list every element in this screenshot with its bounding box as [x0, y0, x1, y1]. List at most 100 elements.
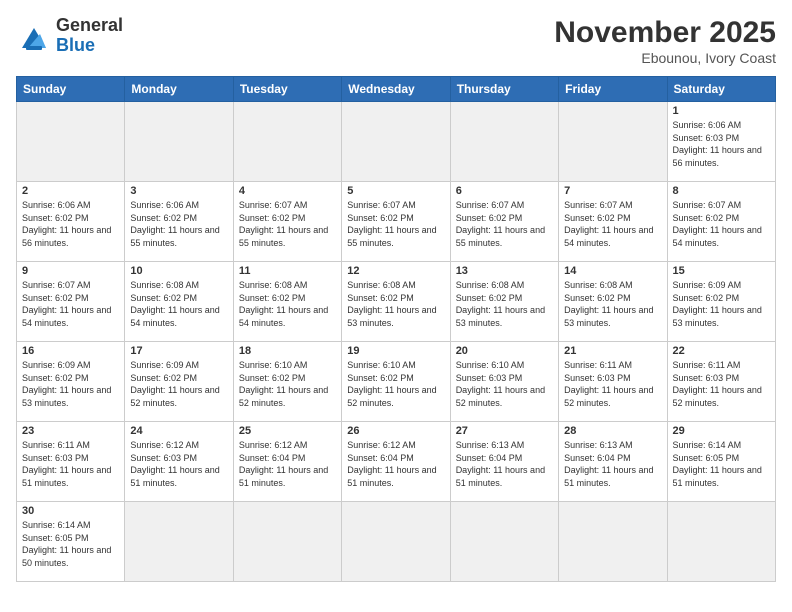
day-info: Sunrise: 6:08 AMSunset: 6:02 PMDaylight:…	[239, 279, 336, 329]
day-number: 26	[347, 425, 444, 437]
calendar-cell: 15 Sunrise: 6:09 AMSunset: 6:02 PMDayligh…	[667, 262, 775, 342]
calendar-cell: 25 Sunrise: 6:12 AMSunset: 6:04 PMDayligh…	[233, 422, 341, 502]
day-number: 28	[564, 425, 661, 437]
calendar-cell	[559, 502, 667, 582]
day-info: Sunrise: 6:09 AMSunset: 6:02 PMDaylight:…	[130, 359, 227, 409]
day-number: 22	[673, 345, 770, 357]
day-info: Sunrise: 6:08 AMSunset: 6:02 PMDaylight:…	[564, 279, 661, 329]
calendar-cell	[233, 102, 341, 182]
day-info: Sunrise: 6:10 AMSunset: 6:02 PMDaylight:…	[239, 359, 336, 409]
day-number: 24	[130, 425, 227, 437]
day-info: Sunrise: 6:07 AMSunset: 6:02 PMDaylight:…	[564, 199, 661, 249]
day-number: 4	[239, 185, 336, 197]
day-info: Sunrise: 6:06 AMSunset: 6:02 PMDaylight:…	[22, 199, 119, 249]
calendar-cell	[125, 502, 233, 582]
calendar-cell: 10 Sunrise: 6:08 AMSunset: 6:02 PMDayligh…	[125, 262, 233, 342]
weekday-header-saturday: Saturday	[667, 77, 775, 102]
calendar-cell: 28Sunrise: 6:13 AMSunset: 6:04 PMDayligh…	[559, 422, 667, 502]
day-info: Sunrise: 6:08 AMSunset: 6:02 PMDaylight:…	[456, 279, 553, 329]
week-row-5: 23Sunrise: 6:11 AMSunset: 6:03 PMDayligh…	[17, 422, 776, 502]
calendar-cell: 20 Sunrise: 6:10 AMSunset: 6:03 PMDayligh…	[450, 342, 558, 422]
day-info: Sunrise: 6:07 AMSunset: 6:02 PMDaylight:…	[456, 199, 553, 249]
day-number: 5	[347, 185, 444, 197]
day-number: 16	[22, 345, 119, 357]
day-number: 6	[456, 185, 553, 197]
page-header: General Blue November 2025 Ebounou, Ivor…	[16, 16, 776, 66]
day-info: Sunrise: 6:10 AMSunset: 6:02 PMDaylight:…	[347, 359, 444, 409]
day-number: 20	[456, 345, 553, 357]
calendar-cell: 18 Sunrise: 6:10 AMSunset: 6:02 PMDayligh…	[233, 342, 341, 422]
week-row-3: 9Sunrise: 6:07 AMSunset: 6:02 PMDaylight…	[17, 262, 776, 342]
day-info: Sunrise: 6:08 AMSunset: 6:02 PMDaylight:…	[347, 279, 444, 329]
day-number: 19	[347, 345, 444, 357]
day-number: 27	[456, 425, 553, 437]
calendar-cell: 13 Sunrise: 6:08 AMSunset: 6:02 PMDayligh…	[450, 262, 558, 342]
day-info: Sunrise: 6:10 AMSunset: 6:03 PMDaylight:…	[456, 359, 553, 409]
day-number: 12	[347, 265, 444, 277]
calendar-cell: 6 Sunrise: 6:07 AMSunset: 6:02 PMDaylight…	[450, 182, 558, 262]
day-info: Sunrise: 6:12 AMSunset: 6:03 PMDaylight:…	[130, 439, 227, 489]
logo-text: General Blue	[56, 16, 123, 56]
calendar-cell: 7 Sunrise: 6:07 AMSunset: 6:02 PMDaylight…	[559, 182, 667, 262]
calendar-cell: 22 Sunrise: 6:11 AMSunset: 6:03 PMDayligh…	[667, 342, 775, 422]
day-number: 17	[130, 345, 227, 357]
day-number: 3	[130, 185, 227, 197]
calendar-cell: 30Sunrise: 6:14 AMSunset: 6:05 PMDayligh…	[17, 502, 125, 582]
day-info: Sunrise: 6:07 AMSunset: 6:02 PMDaylight:…	[347, 199, 444, 249]
day-info: Sunrise: 6:12 AMSunset: 6:04 PMDaylight:…	[239, 439, 336, 489]
day-info: Sunrise: 6:07 AMSunset: 6:02 PMDaylight:…	[673, 199, 770, 249]
day-info: Sunrise: 6:09 AMSunset: 6:02 PMDaylight:…	[22, 359, 119, 409]
day-info: Sunrise: 6:06 AMSunset: 6:02 PMDaylight:…	[130, 199, 227, 249]
day-number: 11	[239, 265, 336, 277]
day-info: Sunrise: 6:12 AMSunset: 6:04 PMDaylight:…	[347, 439, 444, 489]
day-info: Sunrise: 6:11 AMSunset: 6:03 PMDaylight:…	[673, 359, 770, 409]
calendar-cell: 16 Sunrise: 6:09 AMSunset: 6:02 PMDayligh…	[17, 342, 125, 422]
calendar-table: SundayMondayTuesdayWednesdayThursdayFrid…	[16, 76, 776, 582]
calendar-cell: 14Sunrise: 6:08 AMSunset: 6:02 PMDayligh…	[559, 262, 667, 342]
day-number: 15	[673, 265, 770, 277]
week-row-2: 2Sunrise: 6:06 AMSunset: 6:02 PMDaylight…	[17, 182, 776, 262]
day-number: 8	[673, 185, 770, 197]
calendar-cell: 19 Sunrise: 6:10 AMSunset: 6:02 PMDayligh…	[342, 342, 450, 422]
calendar-cell	[17, 102, 125, 182]
calendar-cell	[125, 102, 233, 182]
logo: General Blue	[16, 16, 123, 56]
day-number: 30	[22, 505, 119, 517]
day-number: 13	[456, 265, 553, 277]
logo-icon	[16, 20, 52, 52]
calendar-cell: 12 Sunrise: 6:08 AMSunset: 6:02 PMDayligh…	[342, 262, 450, 342]
week-row-4: 16 Sunrise: 6:09 AMSunset: 6:02 PMDayligh…	[17, 342, 776, 422]
day-number: 18	[239, 345, 336, 357]
day-number: 25	[239, 425, 336, 437]
calendar-cell: 5 Sunrise: 6:07 AMSunset: 6:02 PMDaylight…	[342, 182, 450, 262]
calendar-cell: 9Sunrise: 6:07 AMSunset: 6:02 PMDaylight…	[17, 262, 125, 342]
calendar-cell: 17 Sunrise: 6:09 AMSunset: 6:02 PMDayligh…	[125, 342, 233, 422]
weekday-header-friday: Friday	[559, 77, 667, 102]
calendar-cell: 11 Sunrise: 6:08 AMSunset: 6:02 PMDayligh…	[233, 262, 341, 342]
logo-line1: General	[56, 15, 123, 35]
day-info: Sunrise: 6:13 AMSunset: 6:04 PMDaylight:…	[456, 439, 553, 489]
calendar-cell	[667, 502, 775, 582]
calendar-cell: 27 Sunrise: 6:13 AMSunset: 6:04 PMDayligh…	[450, 422, 558, 502]
calendar-cell: 8 Sunrise: 6:07 AMSunset: 6:02 PMDaylight…	[667, 182, 775, 262]
day-info: Sunrise: 6:06 AMSunset: 6:03 PMDaylight:…	[673, 119, 770, 169]
day-info: Sunrise: 6:11 AMSunset: 6:03 PMDaylight:…	[22, 439, 119, 489]
weekday-header-sunday: Sunday	[17, 77, 125, 102]
calendar-cell: 21Sunrise: 6:11 AMSunset: 6:03 PMDayligh…	[559, 342, 667, 422]
logo-line2: Blue	[56, 35, 95, 55]
calendar-title: November 2025	[554, 16, 776, 50]
day-number: 10	[130, 265, 227, 277]
day-info: Sunrise: 6:09 AMSunset: 6:02 PMDaylight:…	[673, 279, 770, 329]
calendar-cell	[450, 102, 558, 182]
day-info: Sunrise: 6:08 AMSunset: 6:02 PMDaylight:…	[130, 279, 227, 329]
day-number: 7	[564, 185, 661, 197]
day-info: Sunrise: 6:07 AMSunset: 6:02 PMDaylight:…	[239, 199, 336, 249]
calendar-cell	[342, 502, 450, 582]
week-row-1: 1Sunrise: 6:06 AMSunset: 6:03 PMDaylight…	[17, 102, 776, 182]
weekday-header-thursday: Thursday	[450, 77, 558, 102]
calendar-cell: 2Sunrise: 6:06 AMSunset: 6:02 PMDaylight…	[17, 182, 125, 262]
day-info: Sunrise: 6:14 AMSunset: 6:05 PMDaylight:…	[673, 439, 770, 489]
day-info: Sunrise: 6:07 AMSunset: 6:02 PMDaylight:…	[22, 279, 119, 329]
weekday-header-row: SundayMondayTuesdayWednesdayThursdayFrid…	[17, 77, 776, 102]
calendar-cell: 1Sunrise: 6:06 AMSunset: 6:03 PMDaylight…	[667, 102, 775, 182]
